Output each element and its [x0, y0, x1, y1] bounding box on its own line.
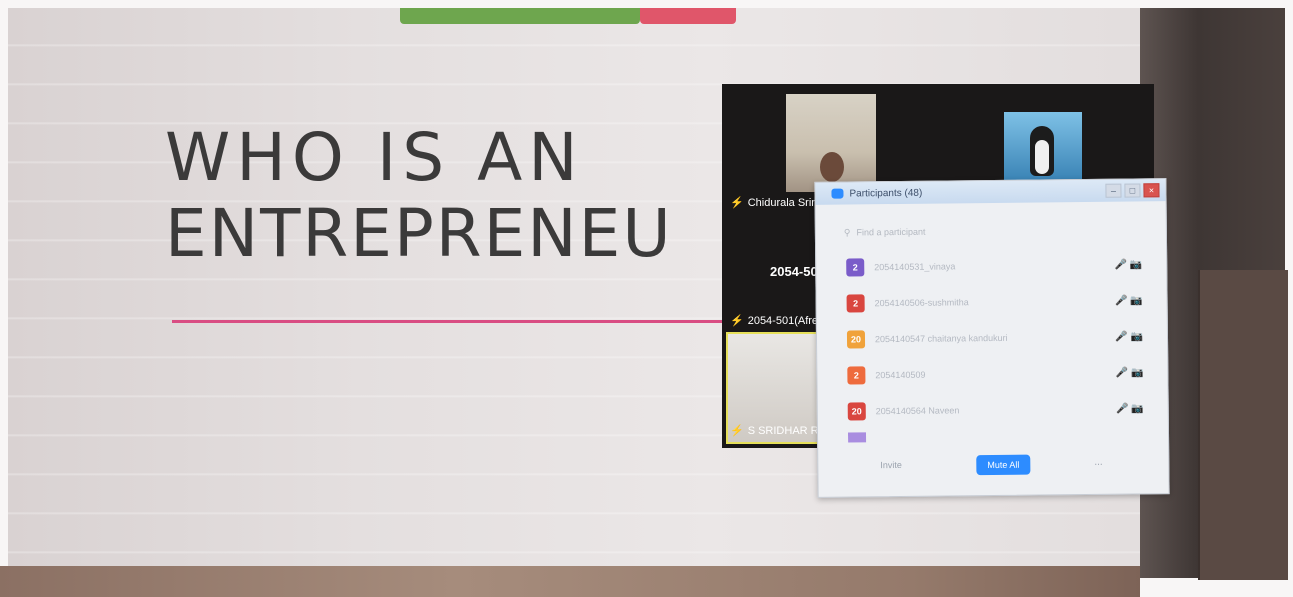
room-floor	[0, 566, 1140, 597]
mic-muted-icon: ⚡	[730, 197, 744, 209]
mic-muted-icon: ⚡	[730, 315, 744, 327]
tile-name-4: ⚡ S SRIDHAR RE	[730, 424, 826, 438]
invite-button[interactable]: Invite	[880, 460, 902, 470]
participant-avatar: 20	[847, 402, 866, 421]
participant-avatar	[847, 429, 867, 443]
participant-name: 2054140531_vinaya	[874, 261, 956, 273]
tile-name-label: 2054-501(Afre	[747, 314, 819, 327]
tile-name-label: Chidurala Srini	[747, 196, 820, 209]
participant-avatar: 2	[847, 366, 866, 385]
participant-search[interactable]: ⚲ Find a participant	[844, 221, 1144, 240]
participant-name: 2054140506-sushmitha	[874, 297, 969, 309]
search-icon: ⚲	[843, 226, 851, 238]
search-placeholder: Find a participant	[856, 226, 926, 238]
slide-title-underline	[172, 320, 732, 323]
participant-avatar: 2	[846, 258, 865, 277]
tile-name-3: ⚡ 2054-501(Afre	[730, 314, 819, 328]
zoom-app-icon	[831, 188, 844, 199]
participants-titlebar[interactable]: Participants (48) – □ ×	[815, 179, 1166, 205]
mic-video-icons: 🎤 📷	[1116, 402, 1144, 415]
mic-video-icons: 🎤 📷	[1114, 258, 1143, 271]
window-controls: – □ ×	[1105, 183, 1160, 198]
participant-row[interactable]: 20 2054140564 Naveen 🎤 📷	[847, 397, 1158, 422]
minimize-icon[interactable]: –	[1105, 183, 1122, 198]
slide-title: WHO IS AN ENTREPRENEU	[165, 120, 673, 272]
slide-title-line1: WHO IS AN	[165, 119, 584, 196]
mic-muted-icon: ⚡	[730, 425, 744, 437]
participant-row[interactable]: 2 2054140531_vinaya 🎤 📷	[846, 253, 1156, 278]
tile-name-label: S SRIDHAR RE	[747, 424, 826, 437]
participant-row[interactable]: 2 2054140509 🎤 📷	[847, 361, 1157, 386]
participant-row[interactable]: 2 2054140506-sushmitha 🎤 📷	[846, 289, 1157, 314]
more-options-button[interactable]: ...	[1094, 457, 1102, 468]
participant-name: 2054140509	[875, 369, 926, 381]
video-participant-penguin	[1004, 112, 1082, 180]
mic-video-icons: 🎤 📷	[1115, 330, 1144, 343]
participant-row[interactable]: 20 2054140547 chaitanya kandukuri 🎤 📷	[846, 325, 1157, 350]
participant-name: 2054140547 chaitanya kandukuri	[874, 332, 1008, 345]
mic-video-icons: 🎤 📷	[1115, 366, 1144, 379]
video-participant-1	[786, 94, 876, 192]
meeting-toolbar-red	[640, 8, 736, 24]
close-icon[interactable]: ×	[1143, 183, 1160, 198]
penguin-belly	[1035, 140, 1049, 174]
meeting-toolbar-green	[400, 8, 640, 24]
participant-avatar: 20	[846, 330, 866, 349]
maximize-icon[interactable]: □	[1124, 183, 1141, 198]
participant-avatar: 2	[846, 294, 865, 313]
tile-name-1: ⚡ Chidurala Srini	[730, 196, 820, 210]
participants-title: Participants (48)	[849, 187, 923, 199]
participant-row[interactable]	[847, 429, 1158, 443]
mic-video-icons: 🎤 📷	[1114, 294, 1143, 307]
participants-panel: Participants (48) – □ × ⚲ Find a partici…	[814, 178, 1170, 498]
mute-all-button[interactable]: Mute All	[976, 454, 1031, 476]
participant-name: 2054140564 Naveen	[875, 405, 960, 417]
slide-title-line2: ENTREPRENEU	[165, 195, 673, 272]
participants-footer: Invite Mute All ...	[818, 451, 1168, 481]
person-head	[820, 152, 844, 182]
room-door-panel	[1198, 270, 1288, 580]
